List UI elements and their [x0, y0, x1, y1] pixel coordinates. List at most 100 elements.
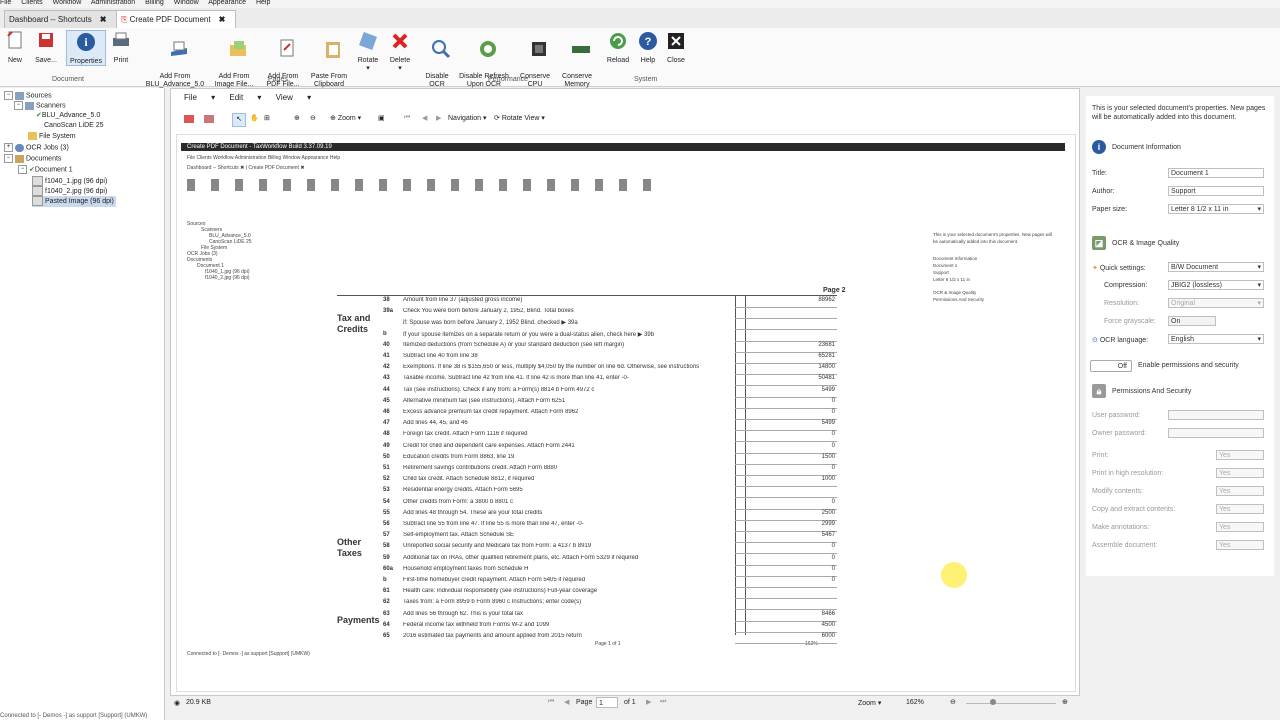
- rotate-button[interactable]: Rotate ▾: [354, 30, 382, 73]
- expand-toggle[interactable]: +: [4, 143, 13, 152]
- properties-button[interactable]: i Properties: [66, 30, 106, 66]
- close-icon[interactable]: ✖: [100, 15, 107, 24]
- doc-menu-view[interactable]: View ▾: [276, 93, 311, 102]
- page-label: Page: [576, 699, 593, 706]
- form-line: 51 Retirement savings contributions credi…: [383, 465, 837, 476]
- menu-window[interactable]: Window: [174, 0, 199, 6]
- tree-scanner-blu[interactable]: ✔BLU_Advance_5.0: [36, 111, 100, 121]
- doc-menu-edit[interactable]: Edit ▾: [229, 93, 261, 102]
- zoom-dropdown[interactable]: Zoom ▾: [858, 699, 881, 707]
- form-line: 39a Check You were born before January 2,…: [383, 308, 837, 320]
- zoom-in-icon[interactable]: ⊕: [294, 114, 300, 122]
- menu-clients[interactable]: Clients: [21, 0, 42, 6]
- select-icon[interactable]: ⊞: [264, 114, 270, 122]
- new-button[interactable]: New: [4, 30, 26, 65]
- tab-dashboard-shortcuts[interactable]: Dashboard -- Shortcuts ✖: [4, 10, 120, 29]
- close-button[interactable]: Close: [664, 30, 688, 65]
- print-icon[interactable]: [204, 115, 214, 123]
- tree-scanners[interactable]: − Scanners: [14, 101, 66, 111]
- line-text: Itemized deductions (from Schedule A) or…: [403, 341, 625, 348]
- last-page-button[interactable]: ⏭: [660, 698, 666, 706]
- assemble-toggle[interactable]: Yes: [1216, 540, 1264, 550]
- permissions-security-section[interactable]: 🔒︎ Permissions And Security: [1092, 384, 1191, 398]
- resolution-select[interactable]: Original: [1168, 298, 1264, 309]
- modify-toggle[interactable]: Yes: [1216, 486, 1264, 496]
- print-button[interactable]: Print: [110, 30, 132, 65]
- tab-create-pdf[interactable]: ⎘ Create PDF Document ✖: [116, 10, 236, 29]
- source-tree: − Sources − Scanners ✔BLU_Advance_5.0 Cano…: [0, 88, 165, 720]
- pdf-export-icon[interactable]: [184, 115, 194, 123]
- collapse-toggle[interactable]: −: [4, 154, 13, 163]
- quick-settings-select[interactable]: B/W Document: [1168, 262, 1264, 273]
- tree-documents[interactable]: − Documents: [4, 154, 61, 164]
- annotations-toggle[interactable]: Yes: [1216, 522, 1264, 532]
- rotate-view-dropdown[interactable]: ⟳ Rotate View ▾: [494, 114, 545, 122]
- save-button[interactable]: Save...: [30, 30, 62, 65]
- ocr-search-icon: ⊙: [1092, 337, 1098, 344]
- tree-document-1[interactable]: − ✔Document 1: [18, 165, 73, 175]
- doc-menu-file[interactable]: File ▾: [184, 93, 215, 102]
- line-number: 44: [383, 386, 390, 393]
- line-number: 42: [383, 364, 390, 371]
- enable-permissions-label: Enable permissions and security: [1138, 362, 1239, 369]
- collapse-toggle[interactable]: −: [14, 101, 23, 110]
- close-icon[interactable]: ✖: [219, 15, 226, 24]
- collapse-toggle[interactable]: −: [18, 165, 27, 174]
- zoom-in-button[interactable]: ⊕: [1062, 698, 1068, 706]
- ocr-image-quality-section[interactable]: ◪ OCR & Image Quality: [1092, 236, 1179, 250]
- tree-ocr-jobs[interactable]: + OCR Jobs (3): [4, 143, 69, 153]
- user-password-field[interactable]: [1168, 410, 1264, 420]
- hand-icon[interactable]: ✋: [250, 114, 259, 122]
- copy-toggle[interactable]: Yes: [1216, 504, 1264, 514]
- page-number-input[interactable]: 1: [596, 697, 618, 708]
- tree-file-system[interactable]: File System: [28, 132, 76, 142]
- navigation-dropdown[interactable]: Navigation ▾: [448, 114, 487, 122]
- inner-menu-item: File: [187, 155, 196, 161]
- tree-sources[interactable]: − Sources: [4, 91, 52, 101]
- collapse-toggle[interactable]: −: [4, 91, 13, 100]
- owner-password-field[interactable]: [1168, 428, 1264, 438]
- prev-page-icon[interactable]: ◀: [422, 114, 427, 122]
- force-grayscale-toggle[interactable]: On: [1168, 316, 1216, 326]
- menu-administration[interactable]: Administration: [91, 0, 135, 6]
- menu-help[interactable]: Help: [256, 0, 270, 6]
- zoom-dropdown[interactable]: ⊕ Zoom ▾: [330, 114, 361, 122]
- next-page-button[interactable]: ▶: [646, 698, 651, 706]
- menu-appearance[interactable]: Appearance: [208, 0, 246, 6]
- menu-workflow[interactable]: Workflow: [53, 0, 82, 6]
- zoom-out-icon[interactable]: ⊖: [310, 114, 316, 122]
- first-page-icon[interactable]: ⏮: [404, 114, 410, 122]
- delete-button[interactable]: Delete ▾: [386, 30, 414, 73]
- compression-select[interactable]: JBIG2 (lossless): [1168, 280, 1264, 291]
- label-text: Quick settings:: [1099, 265, 1146, 272]
- next-page-icon[interactable]: ▶: [436, 114, 441, 122]
- print-permission-toggle[interactable]: Yes: [1216, 450, 1264, 460]
- scanner-icon: [25, 101, 34, 110]
- fit-page-icon[interactable]: ▣: [378, 114, 385, 122]
- page-viewer[interactable]: Create PDF Document - TaxWorkflow Build …: [176, 134, 1076, 692]
- line-text: Alternative minimum tax (see instruction…: [403, 397, 566, 404]
- zoom-slider-handle[interactable]: [990, 699, 996, 705]
- title-field[interactable]: Document 1: [1168, 168, 1264, 178]
- sources-icon: [15, 91, 24, 100]
- form-line: 61 Health care: individual responsibility…: [383, 588, 837, 600]
- prev-page-button[interactable]: ◀: [564, 698, 569, 706]
- reload-button[interactable]: Reload: [604, 30, 632, 65]
- inner-status: Connected to [- Demos -] as support [Sup…: [187, 651, 310, 657]
- tree-scanner-canoscan[interactable]: CanoScan LiDE 25: [44, 121, 104, 131]
- zoom-slider[interactable]: [966, 703, 1056, 704]
- menu-billing[interactable]: Billing: [145, 0, 164, 6]
- zoom-out-button[interactable]: ⊖: [950, 698, 956, 706]
- pointer-icon[interactable]: ↖: [232, 113, 246, 127]
- author-field[interactable]: Support: [1168, 186, 1264, 196]
- help-button[interactable]: ? Help: [636, 30, 660, 65]
- ocr-language-select[interactable]: English: [1168, 334, 1264, 345]
- tree-page-3[interactable]: Pasted Image (96 dpi): [32, 196, 116, 207]
- line-number: 46: [383, 409, 390, 415]
- permissions-toggle[interactable]: Off: [1090, 360, 1132, 372]
- paper-size-select[interactable]: Letter 8 1/2 x 11 in: [1168, 204, 1264, 215]
- document-information-section[interactable]: i Document Information: [1092, 140, 1181, 154]
- first-page-button[interactable]: ⏮: [548, 698, 554, 706]
- menu-file[interactable]: File: [0, 0, 11, 6]
- print-hr-toggle[interactable]: Yes: [1216, 468, 1264, 478]
